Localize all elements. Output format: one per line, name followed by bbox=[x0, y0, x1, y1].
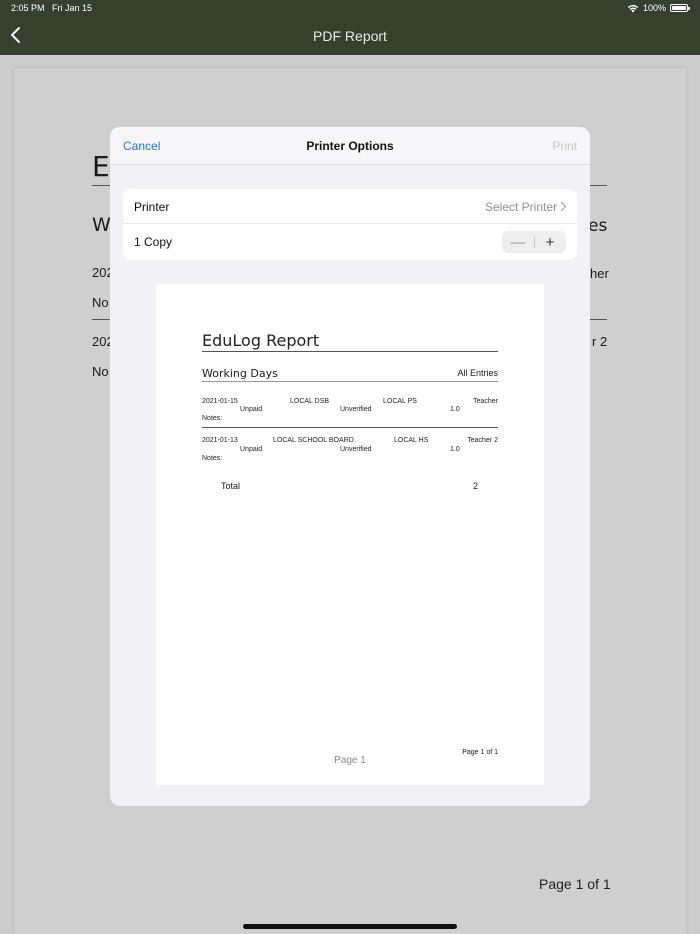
entry-role: Teacher bbox=[473, 398, 498, 405]
entry-notes: Notes: bbox=[202, 415, 223, 422]
chevron-right-icon bbox=[560, 201, 567, 212]
entry-pay: Unpaid bbox=[240, 406, 263, 413]
bg-row1-notes: No bbox=[92, 295, 109, 310]
bg-row2-right: r 2 bbox=[592, 334, 608, 349]
printer-value: Select Printer bbox=[484, 200, 557, 214]
printer-options-group: Printer Select Printer 1 Copy — + bbox=[123, 189, 577, 260]
print-preview-page[interactable]: EduLog Report Working Days All Entries 2… bbox=[156, 284, 544, 785]
status-time: 2:05 PM Fri Jan 15 bbox=[11, 3, 92, 13]
time-text: 2:05 PM bbox=[11, 3, 45, 13]
navigation-bar: 2:05 PM Fri Jan 15 100% PDF Report bbox=[0, 0, 700, 55]
entry-board: LOCAL SCHOOL BOARD bbox=[273, 437, 354, 444]
decrement-button[interactable]: — bbox=[502, 231, 534, 253]
title-divider bbox=[202, 351, 498, 352]
printer-label: Printer bbox=[134, 200, 170, 214]
total-value: 2 bbox=[473, 481, 479, 491]
bg-divider bbox=[590, 185, 607, 186]
entry-divider bbox=[202, 427, 498, 428]
bg-divider bbox=[590, 319, 607, 320]
entry-board: LOCAL DSB bbox=[290, 398, 330, 405]
bg-row2-notes: No bbox=[92, 364, 109, 379]
printer-options-modal: Cancel Printer Options Print Printer Sel… bbox=[110, 127, 590, 806]
entry-notes: Notes: bbox=[202, 455, 223, 462]
nav-title: PDF Report bbox=[313, 28, 387, 44]
entry-date: 2021-01-13 bbox=[202, 437, 238, 444]
filter-label: All Entries bbox=[457, 368, 498, 378]
entry-school: LOCAL HS bbox=[394, 437, 429, 444]
increment-button[interactable]: + bbox=[534, 231, 566, 253]
bg-title-fragment: E bbox=[92, 150, 110, 183]
section-title: Working Days bbox=[202, 367, 278, 380]
modal-title: Printer Options bbox=[306, 139, 394, 153]
entry-role: Teacher 2 bbox=[467, 437, 498, 444]
entry-amount: 1.0 bbox=[450, 406, 460, 413]
copies-stepper[interactable]: — + bbox=[502, 231, 566, 253]
battery-icon bbox=[670, 4, 690, 12]
page-number-label: Page 1 bbox=[334, 755, 366, 766]
bg-divider bbox=[92, 319, 110, 320]
printer-row[interactable]: Printer Select Printer bbox=[123, 189, 577, 224]
copies-row: 1 Copy — + bbox=[123, 224, 577, 259]
report-title: EduLog Report bbox=[202, 331, 320, 350]
bg-page-footer: Page 1 of 1 bbox=[539, 876, 611, 892]
modal-header: Cancel Printer Options Print bbox=[110, 127, 590, 165]
date-text: Fri Jan 15 bbox=[52, 3, 93, 13]
entry-amount: 1.0 bbox=[450, 446, 460, 453]
home-indicator[interactable] bbox=[243, 924, 457, 929]
bg-divider bbox=[92, 185, 110, 186]
status-indicators: 100% bbox=[627, 3, 690, 13]
wifi-icon bbox=[627, 4, 639, 12]
entry-pay: Unpaid bbox=[240, 446, 263, 453]
bg-subtitle-left: W bbox=[92, 214, 111, 236]
entry-status: Unverified bbox=[340, 446, 372, 453]
print-button[interactable]: Print bbox=[552, 139, 577, 153]
entry-school: LOCAL PS bbox=[383, 398, 417, 405]
total-label: Total bbox=[221, 481, 241, 491]
copies-label: 1 Copy bbox=[134, 235, 173, 249]
entry-date: 2021-01-15 bbox=[202, 398, 238, 405]
battery-text: 100% bbox=[642, 3, 666, 13]
bg-subtitle-right: es bbox=[588, 216, 608, 236]
bg-row1-right: her bbox=[590, 266, 609, 281]
entry-status: Unverified bbox=[340, 406, 372, 413]
section-divider bbox=[202, 381, 498, 382]
